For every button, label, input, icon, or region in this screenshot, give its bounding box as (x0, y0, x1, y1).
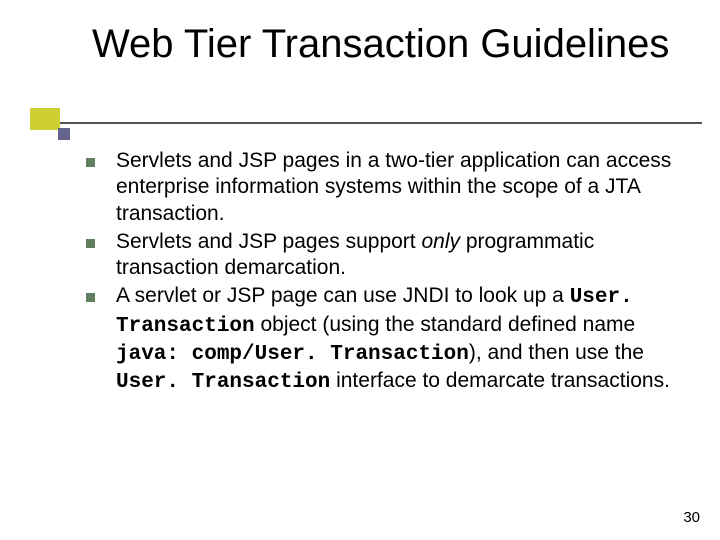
bullet-text-a: A servlet or JSP page can use JNDI to lo… (116, 284, 570, 307)
bullet-text-pre: Servlets and JSP pages support (116, 230, 421, 253)
bullet-text-c: ), and then use the (469, 341, 644, 364)
page-number: 30 (683, 509, 700, 526)
code-user-transaction-2: User. Transaction (116, 371, 330, 394)
emphasis-only: only (421, 230, 460, 253)
list-item: Servlets and JSP pages support only prog… (80, 229, 690, 282)
slide-title-block: Web Tier Transaction Guidelines (48, 22, 690, 67)
list-item: Servlets and JSP pages in a two-tier app… (80, 148, 690, 227)
bullet-text: Servlets and JSP pages in a two-tier app… (116, 149, 671, 225)
code-jndi-name: java: comp/User. Transaction (116, 343, 469, 366)
bullet-text-b: object (using the standard defined name (255, 313, 636, 336)
title-accent-blue (58, 128, 70, 140)
title-underline (54, 122, 702, 124)
bullet-text-d: interface to demarcate transactions. (330, 369, 670, 392)
bullet-list: Servlets and JSP pages in a two-tier app… (80, 148, 690, 396)
slide-title: Web Tier Transaction Guidelines (92, 22, 690, 67)
title-accent-yellow (30, 108, 60, 130)
list-item: A servlet or JSP page can use JNDI to lo… (80, 283, 690, 396)
slide-body: Servlets and JSP pages in a two-tier app… (80, 148, 690, 398)
